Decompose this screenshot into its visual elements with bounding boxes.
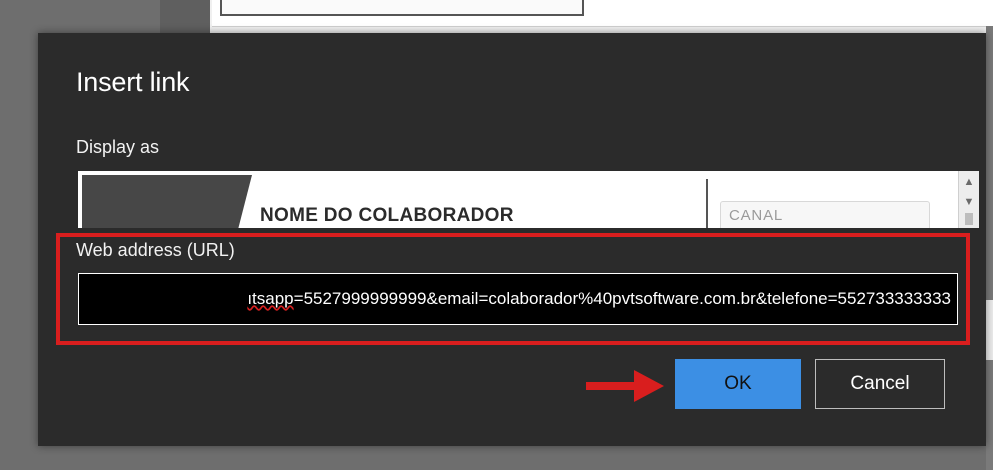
background-overlay: [986, 26, 993, 470]
background-overlay: [0, 446, 993, 470]
ok-button[interactable]: OK: [675, 359, 801, 409]
web-address-label: Web address (URL): [76, 240, 235, 260]
cancel-button[interactable]: Cancel: [815, 359, 945, 409]
scroll-up-icon[interactable]: ▲: [962, 177, 976, 188]
background-strip: [986, 300, 993, 360]
url-value-text: =5527999999999&email=colaborador%40pvtso…: [293, 289, 951, 308]
preview-name-text: NOME DO COLABORADOR: [260, 205, 514, 226]
scroll-thumb[interactable]: [965, 213, 973, 225]
display-editor-scrollbar[interactable]: ▲ ▼: [958, 171, 979, 228]
arrow-annotation-icon: [586, 370, 664, 402]
preview-logo-image: [82, 175, 252, 228]
display-as-editor[interactable]: NOME DO COLABORADOR CANAL: [78, 171, 958, 228]
scroll-down-icon[interactable]: ▼: [962, 197, 976, 208]
web-address-input[interactable]: ıtsapp=5527999999999&email=colaborador%4…: [78, 273, 958, 325]
preview-field-text: CANAL: [729, 207, 784, 224]
background-card-content: [220, 0, 584, 16]
url-misspelled-fragment: ıtsapp: [247, 289, 294, 308]
preview-field: CANAL: [720, 201, 930, 228]
background-panel: [0, 0, 160, 36]
display-as-label: Display as: [76, 137, 160, 157]
preview-divider: [706, 179, 708, 228]
background-overlay: [0, 36, 38, 470]
background-panel: [160, 0, 210, 36]
dialog-title: Insert link: [76, 67, 190, 97]
insert-link-dialog: Insert link Display as NOME DO COLABORAD…: [38, 33, 986, 446]
